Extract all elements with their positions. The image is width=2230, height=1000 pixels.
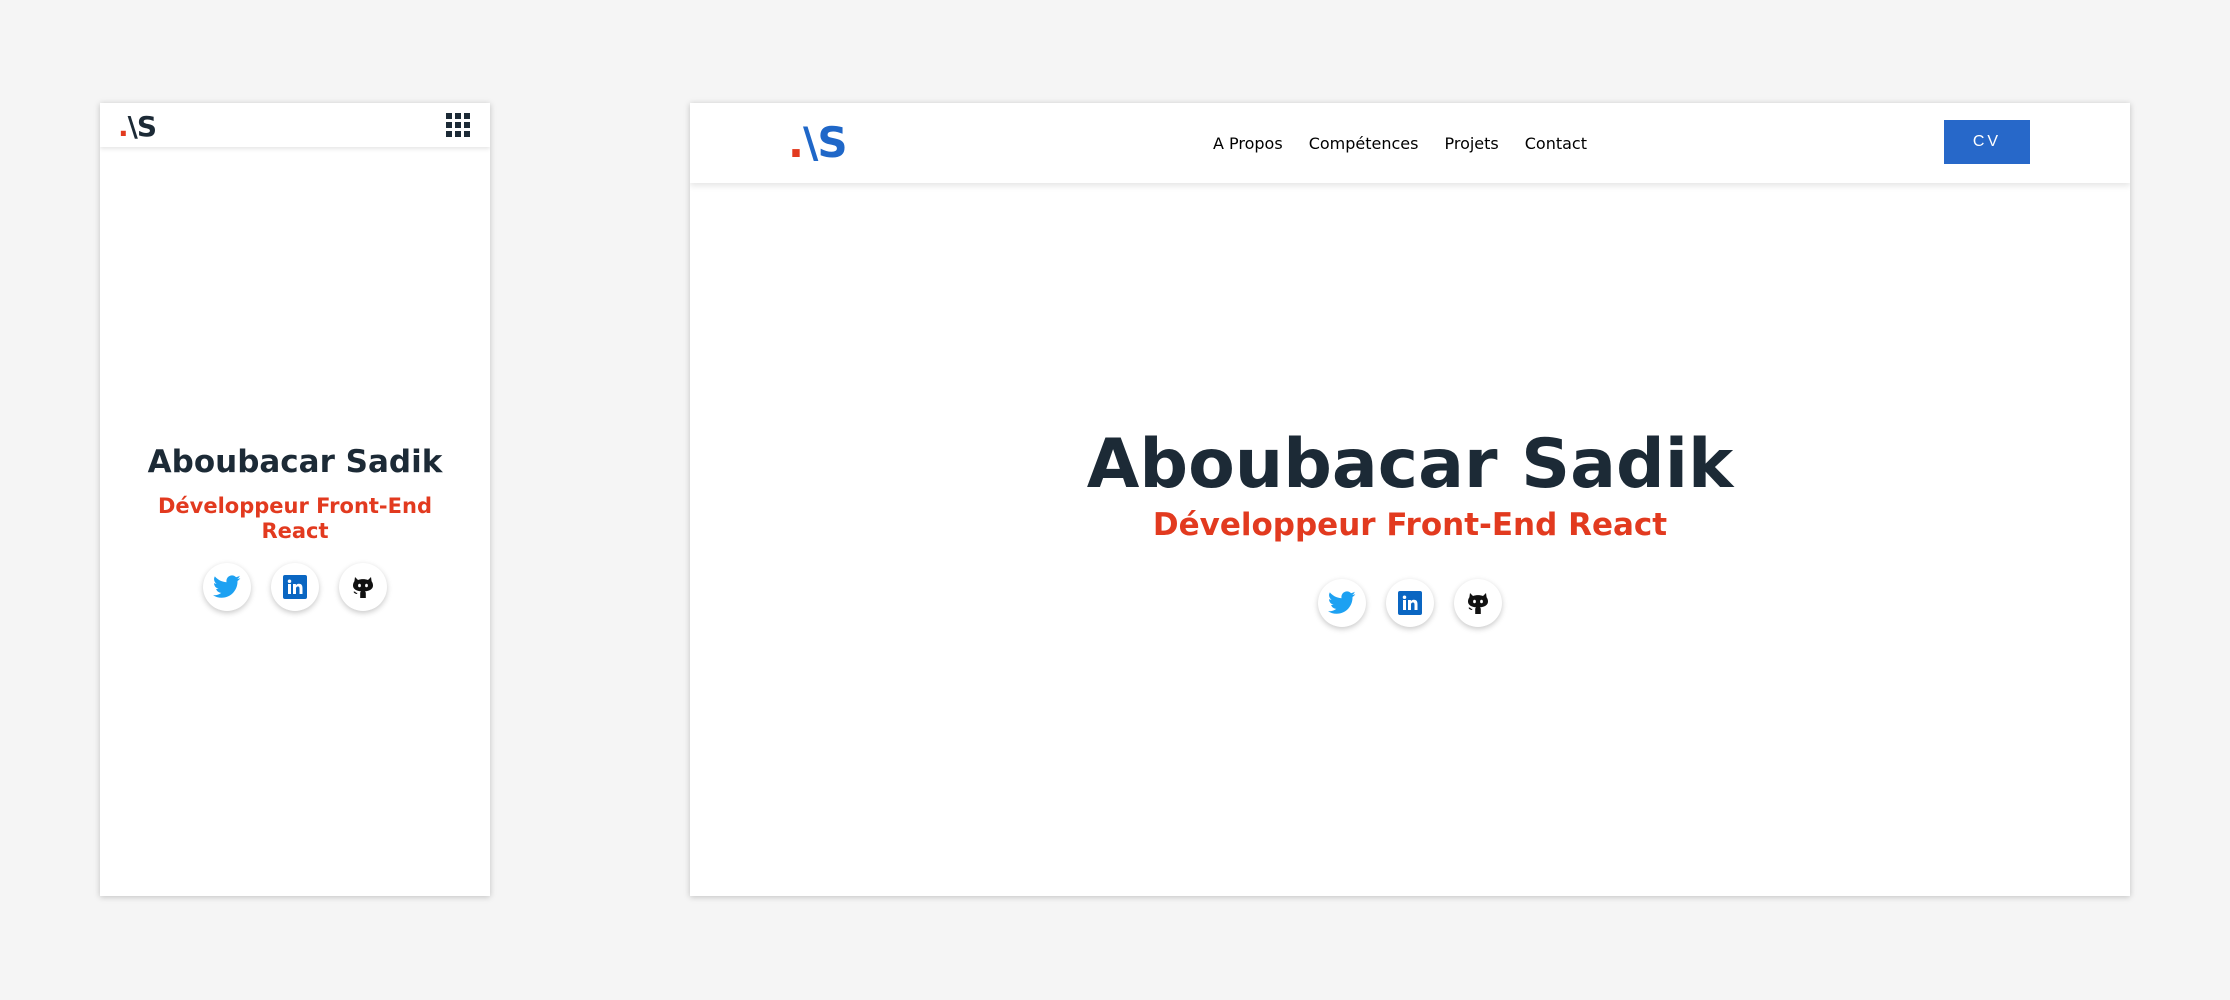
logo-s: S xyxy=(136,110,157,143)
github-button[interactable] xyxy=(1454,579,1502,627)
hero-name: Aboubacar Sadik xyxy=(147,444,443,480)
logo[interactable]: . \ S xyxy=(118,109,157,143)
github-icon xyxy=(1468,593,1488,614)
nav-item-contact[interactable]: Contact xyxy=(1525,134,1587,153)
github-button[interactable] xyxy=(339,563,387,611)
twitter-button[interactable] xyxy=(1318,579,1366,627)
menu-grid-icon[interactable] xyxy=(446,113,470,137)
hero-name: Aboubacar Sadik xyxy=(1086,425,1734,504)
nav-item-a-propos[interactable]: A Propos xyxy=(1213,134,1283,153)
nav-item-competences[interactable]: Compétences xyxy=(1309,134,1419,153)
desktop-header: . \ S A Propos Compétences Projets Contact… xyxy=(690,103,2130,183)
hero: Aboubacar Sadik Développeur Front-End Re… xyxy=(690,423,2130,627)
linkedin-icon xyxy=(1398,591,1422,615)
twitter-button[interactable] xyxy=(203,563,251,611)
social-links xyxy=(100,563,490,611)
linkedin-icon xyxy=(283,575,307,599)
github-icon xyxy=(353,577,373,598)
twitter-icon xyxy=(1328,591,1356,614)
linkedin-button[interactable] xyxy=(1386,579,1434,627)
logo-dot: . xyxy=(118,110,129,143)
linkedin-button[interactable] xyxy=(271,563,319,611)
nav-item-projets[interactable]: Projets xyxy=(1444,134,1498,153)
hero-role: Développeur Front-End React xyxy=(158,494,432,543)
main-nav: A Propos Compétences Projets Contact xyxy=(690,103,2130,183)
mobile-header: . \ S xyxy=(100,103,490,147)
desktop-preview: . \ S A Propos Compétences Projets Contact… xyxy=(690,103,2130,896)
hero: Aboubacar Sadik Développeur Front-End Re… xyxy=(100,440,490,611)
social-links xyxy=(690,579,2130,627)
cv-button[interactable]: CV xyxy=(1944,120,2030,164)
logo-slash: \ xyxy=(127,110,138,143)
hero-role: Développeur Front-End React xyxy=(1152,507,1668,543)
twitter-icon xyxy=(213,575,241,598)
mobile-preview: . \ S Aboubacar Sadik Développeur Front-En… xyxy=(100,103,490,896)
